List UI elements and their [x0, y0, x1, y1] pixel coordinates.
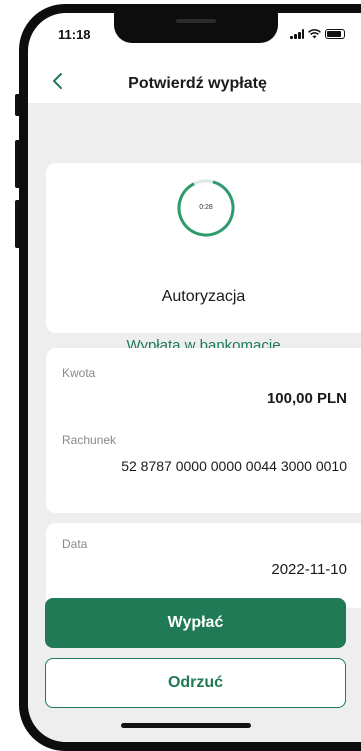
withdraw-button[interactable]: Wypłać [45, 598, 346, 648]
wifi-icon [308, 29, 321, 39]
content-area: 0:28 Autoryzacja Wypłata w bankomacie Kw… [28, 103, 361, 742]
account-value: 52 8787 0000 0000 0044 3000 0010 [121, 458, 347, 474]
authorization-card: 0:28 Autoryzacja Wypłata w bankomacie [46, 163, 361, 354]
phone-screen: 11:18 Potwierdź wypłatę 0:28 Autoryzacja… [28, 13, 361, 742]
countdown-timer-text: 0:28 [199, 204, 213, 211]
account-label: Rachunek [62, 433, 117, 447]
battery-icon [325, 29, 345, 39]
amount-label: Kwota [62, 366, 96, 380]
date-card: Data 2022-11-10 [46, 523, 361, 608]
page-title: Potwierdź wypłatę [128, 75, 267, 92]
signal-icon [290, 29, 304, 39]
status-icons [290, 28, 345, 40]
date-label: Data [62, 537, 88, 551]
phone-frame: 11:18 Potwierdź wypłatę 0:28 Autoryzacja… [19, 4, 361, 751]
status-time: 11:18 [58, 27, 91, 42]
amount-value: 100,00 PLN [266, 390, 347, 407]
status-bar: 11:18 [28, 13, 361, 57]
notch [114, 13, 278, 43]
home-indicator [121, 723, 251, 728]
reject-button[interactable]: Odrzuć [45, 658, 346, 708]
nav-bar: Potwierdź wypłatę [28, 57, 361, 103]
transaction-details-card: Kwota 100,00 PLN Rachunek 52 8787 0000 0… [46, 348, 361, 513]
date-value: 2022-11-10 [271, 561, 347, 578]
authorization-title: Autoryzacja [161, 288, 246, 305]
